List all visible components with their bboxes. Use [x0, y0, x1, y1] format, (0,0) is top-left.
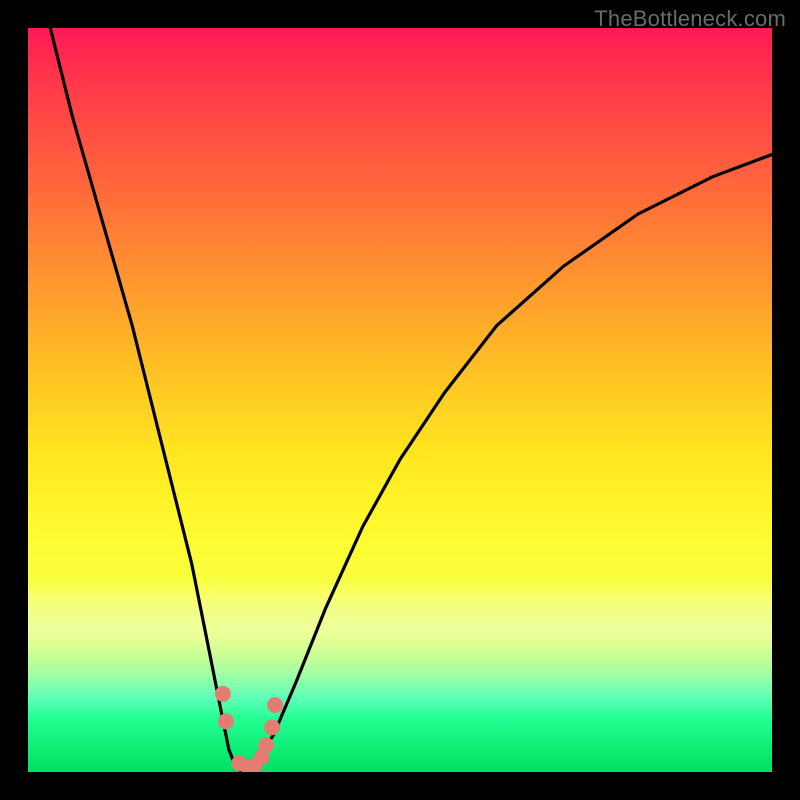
sample-point	[264, 719, 280, 735]
sample-point	[254, 749, 270, 765]
sample-point	[240, 760, 256, 773]
sample-point	[246, 758, 262, 772]
sample-point	[267, 697, 283, 713]
chart-area	[28, 28, 772, 772]
highlight-band	[28, 577, 772, 666]
sample-point	[218, 713, 234, 729]
sample-point	[231, 755, 247, 771]
sample-point	[258, 737, 274, 753]
sample-point	[215, 686, 231, 702]
sample-points	[215, 686, 283, 772]
